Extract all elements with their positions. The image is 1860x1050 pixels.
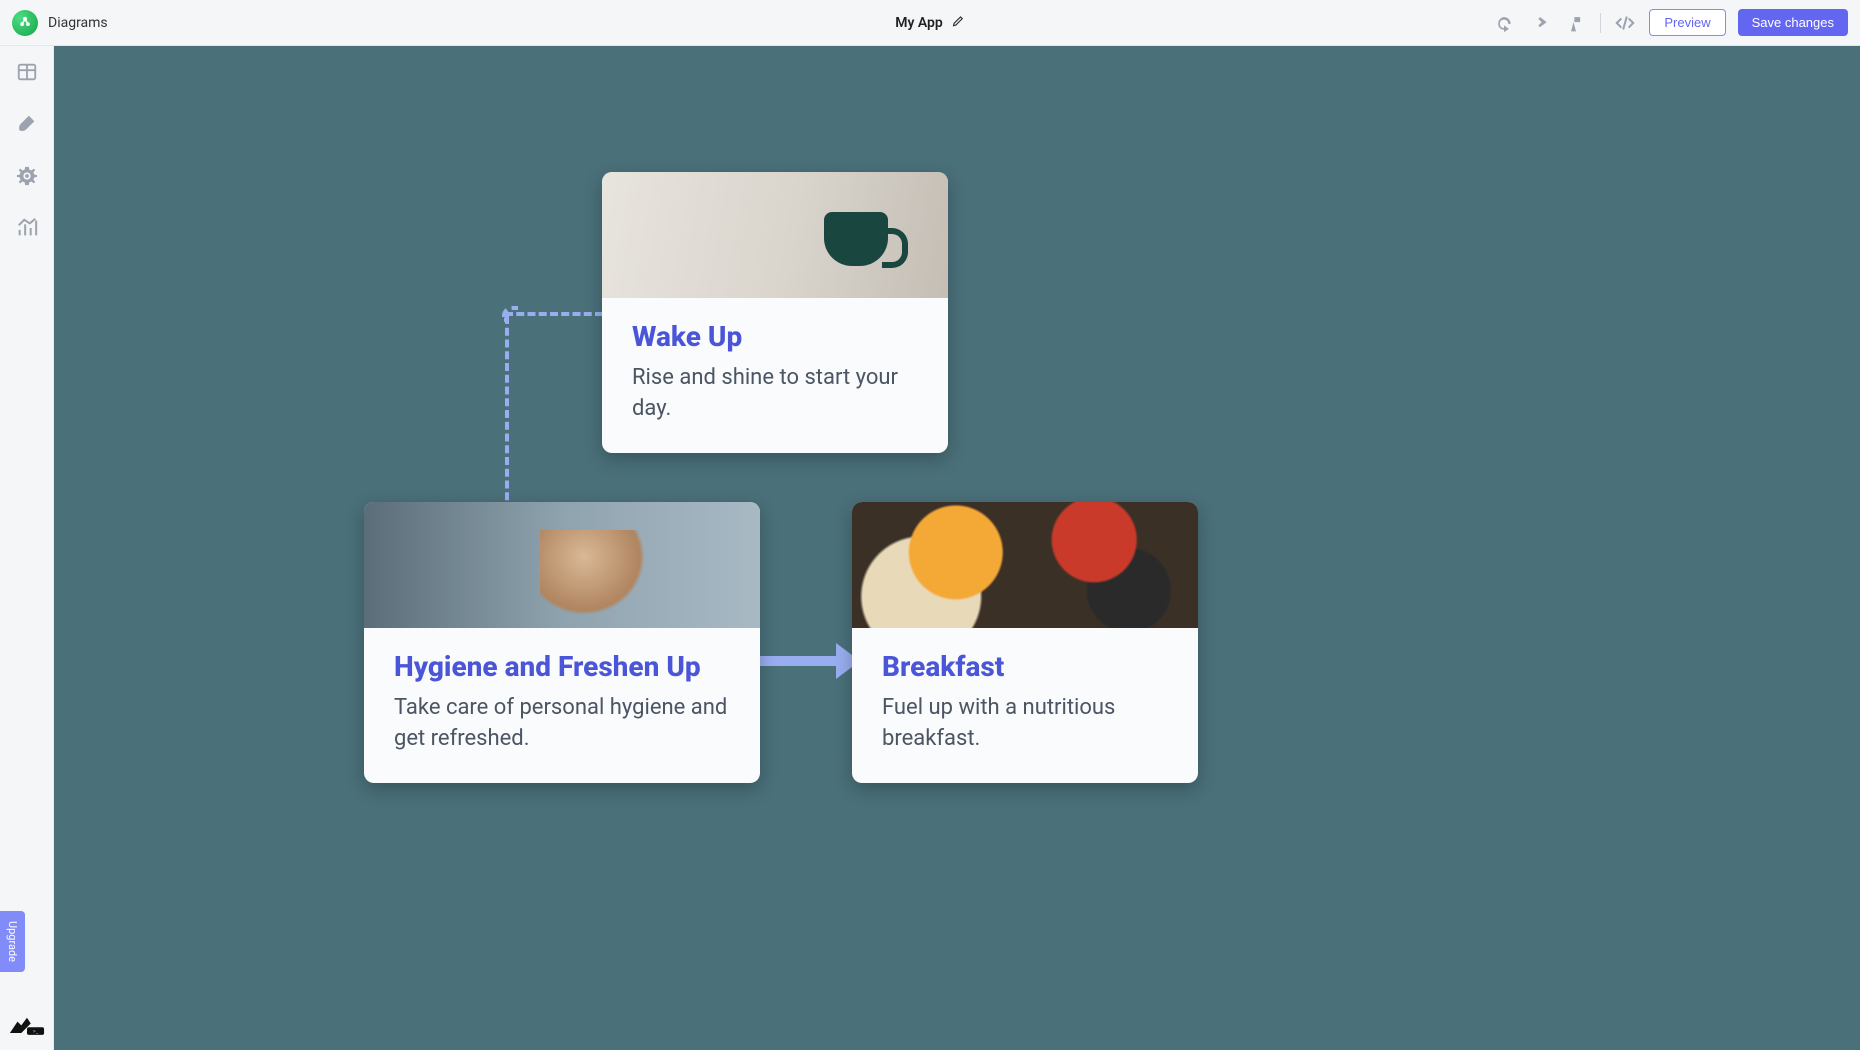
header-left: Diagrams: [12, 10, 108, 36]
diagram-card-hygiene[interactable]: Hygiene and Freshen Up Take care of pers…: [364, 502, 760, 783]
top-header: Diagrams My App Preview Save changes: [0, 0, 1860, 46]
card-image-mug: [602, 172, 948, 298]
connector-dashed-corner: [502, 306, 518, 322]
preview-button[interactable]: Preview: [1649, 9, 1725, 36]
card-desc: Fuel up with a nutritious breakfast.: [882, 693, 1168, 755]
card-image-bathroom: [364, 502, 760, 628]
connector-dashed-vertical: [505, 316, 509, 512]
diagram-card-breakfast[interactable]: Breakfast Fuel up with a nutritious brea…: [852, 502, 1198, 783]
undo-icon[interactable]: [1492, 11, 1516, 35]
upgrade-tab[interactable]: Upgrade: [0, 911, 25, 972]
card-desc: Take care of personal hygiene and get re…: [394, 693, 730, 755]
section-label[interactable]: Diagrams: [48, 15, 108, 31]
card-desc: Rise and shine to start your day.: [632, 363, 918, 425]
card-body: Wake Up Rise and shine to start your day…: [602, 298, 948, 453]
app-name: My App: [895, 15, 943, 31]
header-center: My App: [895, 13, 965, 32]
edit-name-icon[interactable]: [951, 13, 965, 32]
card-title: Hygiene and Freshen Up: [394, 650, 730, 683]
header-right: Preview Save changes: [1492, 9, 1848, 36]
rail-gear-icon[interactable]: [13, 162, 41, 190]
diagram-card-wake-up[interactable]: Wake Up Rise and shine to start your day…: [602, 172, 948, 453]
body-wrap: Upgrade >_ Wake Up Rise and shine to sta…: [0, 46, 1860, 1050]
hammer-icon[interactable]: [1564, 11, 1588, 35]
save-button[interactable]: Save changes: [1738, 9, 1848, 36]
rail-brush-icon[interactable]: [13, 110, 41, 138]
connector-solid: [760, 656, 840, 666]
connector-dashed-horizontal: [505, 312, 603, 316]
card-image-food: [852, 502, 1198, 628]
diagram-canvas[interactable]: Wake Up Rise and shine to start your day…: [54, 46, 1860, 1050]
app-logo[interactable]: [12, 10, 38, 36]
card-body: Hygiene and Freshen Up Take care of pers…: [364, 628, 760, 783]
svg-text:>_: >_: [33, 1029, 39, 1035]
card-body: Breakfast Fuel up with a nutritious brea…: [852, 628, 1198, 783]
side-rail: Upgrade >_: [0, 46, 54, 1050]
code-icon[interactable]: [1613, 11, 1637, 35]
card-title: Breakfast: [882, 650, 1168, 683]
toolbar-divider: [1600, 13, 1601, 33]
mascot-icon[interactable]: >_: [8, 1014, 46, 1038]
card-title: Wake Up: [632, 320, 918, 353]
rail-grid-icon[interactable]: [13, 58, 41, 86]
rail-chart-icon[interactable]: [13, 214, 41, 242]
redo-icon[interactable]: [1528, 11, 1552, 35]
